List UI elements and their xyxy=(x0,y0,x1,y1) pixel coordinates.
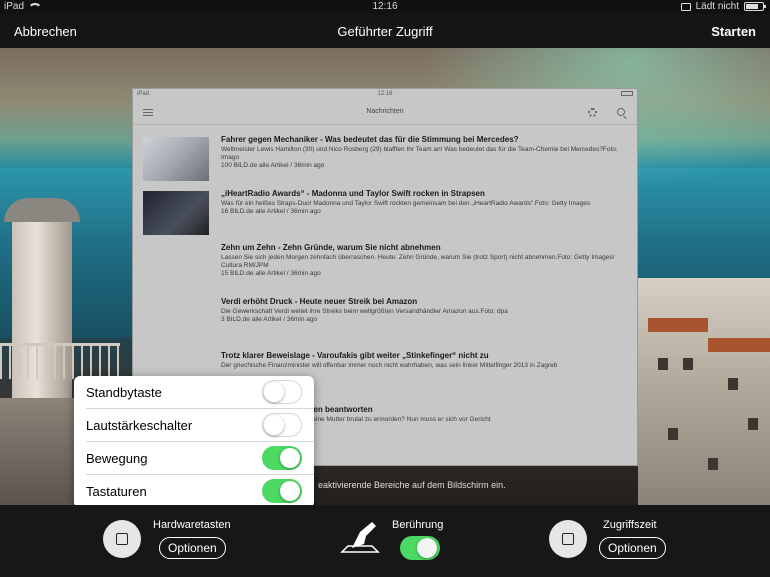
hand-touch-icon xyxy=(340,522,380,553)
hardware-options-button[interactable]: Optionen xyxy=(159,537,226,559)
town-image xyxy=(638,278,770,505)
gear-icon xyxy=(588,108,597,117)
square-icon xyxy=(116,533,128,545)
hardware-buttons-button[interactable] xyxy=(103,520,141,558)
list-item: Verdi erhöht Druck - Heute neuer Streik … xyxy=(221,297,508,323)
touch-toggle[interactable] xyxy=(400,536,440,560)
option-row-standby: Standbytaste xyxy=(86,376,314,409)
volume-toggle[interactable] xyxy=(262,413,302,437)
standby-toggle[interactable] xyxy=(262,380,302,404)
list-item: Zehn um Zehn - Zehn Gründe, warum Sie ni… xyxy=(221,243,615,277)
option-row-volume: Lautstärkeschalter xyxy=(86,409,314,442)
article-thumbnail xyxy=(143,191,209,235)
hardware-buttons-label: Hardwaretasten xyxy=(153,519,231,531)
motion-toggle[interactable] xyxy=(262,446,302,470)
preview-status-bar: iPad 12:16 xyxy=(133,89,637,99)
time-limit-label: Zugriffszeit xyxy=(603,519,657,531)
list-item: Fahrer gegen Mechaniker - Was bedeutet d… xyxy=(143,135,627,185)
battery-status-text: Lädt nicht xyxy=(695,1,739,12)
time-limit-options-button[interactable]: Optionen xyxy=(599,537,666,559)
battery-icon xyxy=(744,2,766,11)
square-icon xyxy=(562,533,574,545)
keyboards-toggle[interactable] xyxy=(262,479,302,503)
status-bar: iPad 12:16 Lädt nicht xyxy=(0,0,770,14)
option-row-motion: Bewegung xyxy=(86,442,314,475)
list-item: „iHeartRadio Awards“ - Madonna und Taylo… xyxy=(143,189,627,239)
screen-mirror-icon xyxy=(680,2,691,11)
hardware-options-popover: Standbytaste Lautstärkeschalter Bewegung… xyxy=(74,376,314,516)
preview-title: Nachrichten xyxy=(366,108,404,115)
touch-label: Berührung xyxy=(392,519,444,531)
time-limit-button[interactable] xyxy=(549,520,587,558)
preview-nav-bar: Nachrichten xyxy=(133,99,637,125)
page-title: Geführter Zugriff xyxy=(337,24,433,39)
option-row-keyboards: Tastaturen xyxy=(86,475,314,508)
search-icon xyxy=(617,108,625,116)
preview-battery-icon xyxy=(621,91,633,96)
navigation-bar: Abbrechen Geführter Zugriff Starten xyxy=(0,14,770,48)
start-button[interactable]: Starten xyxy=(711,24,756,39)
instruction-hint: eaktivierende Bereiche auf dem Bildschir… xyxy=(318,480,506,490)
article-thumbnail xyxy=(143,137,209,181)
clock: 12:16 xyxy=(372,1,398,12)
